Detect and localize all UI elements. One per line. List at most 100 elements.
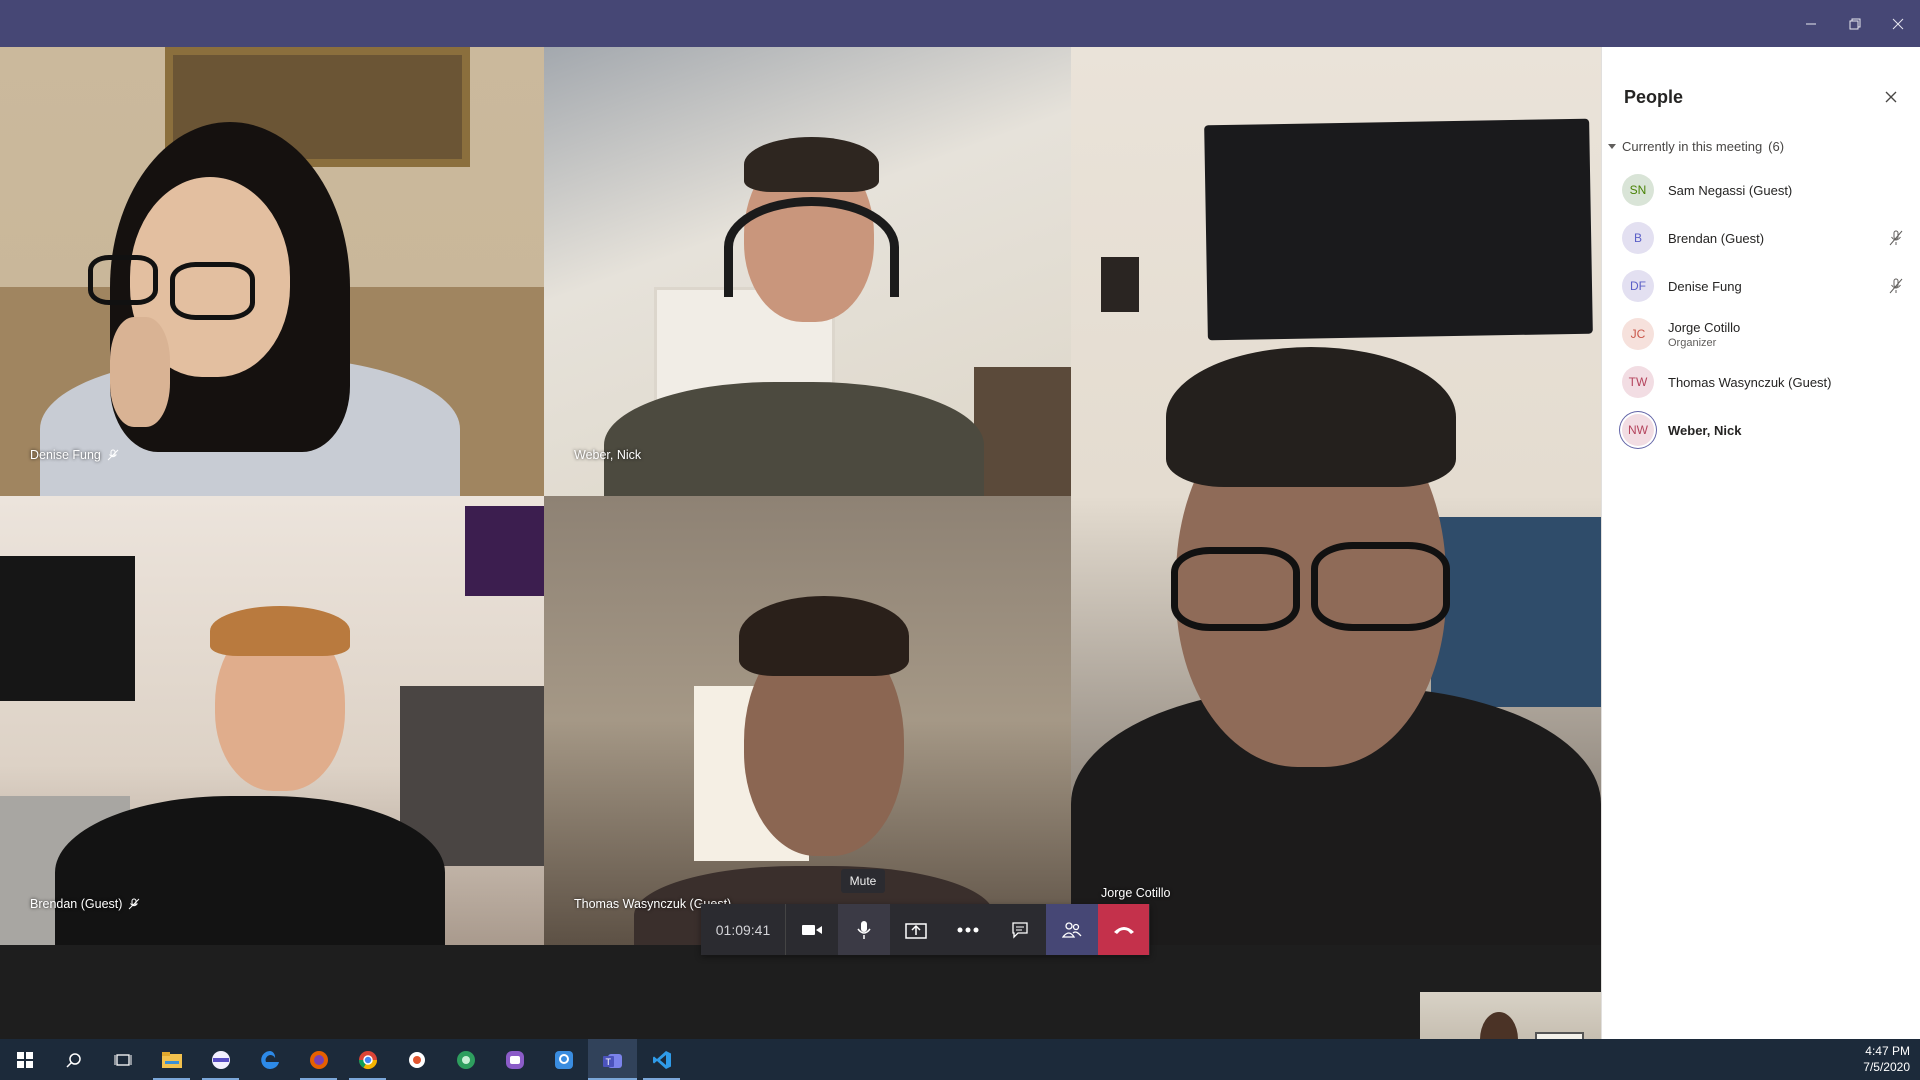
taskbar: T 4:47 PM 7/5/2020 <box>0 1039 1920 1080</box>
chat-icon <box>1012 921 1028 939</box>
search-icon <box>65 1052 81 1068</box>
person-hair <box>1166 347 1456 487</box>
participant-weber-nick[interactable]: NW Weber, Nick <box>1622 410 1912 450</box>
mic-off-icon <box>129 898 140 910</box>
share-screen-icon <box>905 922 927 939</box>
restore-button[interactable] <box>1833 0 1877 47</box>
taskbar-firefox[interactable] <box>294 1039 343 1080</box>
clock-time: 4:47 PM <box>1865 1044 1910 1058</box>
section-label: Currently in this meeting <box>1622 139 1763 154</box>
camera-button[interactable] <box>786 904 838 955</box>
vscode-icon <box>652 1050 671 1069</box>
person-body <box>55 796 445 945</box>
mic-off-icon <box>107 449 119 461</box>
mute-button[interactable] <box>838 904 890 955</box>
participant-sam-negassi[interactable]: SN Sam Negassi (Guest) <box>1622 170 1912 210</box>
glasses <box>170 262 255 320</box>
video-tile-jorge-cotillo[interactable]: Jorge Cotillo <box>1071 47 1601 945</box>
participant-list-name: Jorge Cotillo <box>1668 319 1741 335</box>
meeting-section-header[interactable]: Currently in this meeting (6) <box>1608 139 1784 154</box>
participant-jorge-cotillo[interactable]: JC Jorge Cotillo Organizer <box>1622 314 1912 354</box>
background-speaker <box>1101 257 1139 312</box>
chat-button[interactable] <box>994 904 1046 955</box>
task-view-icon <box>114 1053 131 1066</box>
more-options-icon <box>957 927 979 932</box>
mic-off-icon <box>1889 230 1903 246</box>
taskbar-chrome[interactable] <box>343 1039 392 1080</box>
close-people-panel-button[interactable] <box>1879 85 1903 109</box>
mute-tooltip: Mute <box>841 869 885 893</box>
avatar: DF <box>1622 270 1654 302</box>
app-icon-4 <box>505 1050 524 1069</box>
chrome-icon <box>358 1050 377 1069</box>
taskbar-vscode[interactable] <box>637 1039 686 1080</box>
participant-name: Denise Fung <box>30 448 119 462</box>
video-tile-brendan[interactable]: Brendan (Guest) <box>0 496 544 945</box>
participant-name-label: Denise Fung <box>30 448 101 462</box>
participant-denise-fung[interactable]: DF Denise Fung <box>1622 266 1912 306</box>
taskbar-app-3[interactable] <box>441 1039 490 1080</box>
shirt-graphic <box>120 826 360 856</box>
glasses <box>88 255 158 305</box>
hang-up-button[interactable] <box>1098 904 1149 955</box>
taskbar-app-4[interactable] <box>490 1039 539 1080</box>
app-icon <box>211 1050 230 1069</box>
taskbar-app-2[interactable] <box>392 1039 441 1080</box>
taskbar-teams[interactable]: T <box>588 1039 637 1080</box>
taskbar-app-5[interactable] <box>539 1039 588 1080</box>
participant-name-label: Weber, Nick <box>574 448 642 462</box>
section-count: (6) <box>1768 139 1785 154</box>
system-clock[interactable]: 4:47 PM 7/5/2020 <box>1863 1043 1910 1075</box>
show-participants-button[interactable] <box>1046 904 1098 955</box>
taskbar-app[interactable] <box>196 1039 245 1080</box>
app-icon-5 <box>554 1050 573 1069</box>
more-options-button[interactable] <box>942 904 994 955</box>
participant-list-name: Denise Fung <box>1668 278 1742 294</box>
video-feed <box>544 47 1071 496</box>
clock-date: 7/5/2020 <box>1863 1060 1910 1074</box>
background-frame <box>1535 1032 1584 1039</box>
video-tile-denise-fung[interactable]: Denise Fung <box>0 47 544 496</box>
taskbar-file-explorer[interactable] <box>147 1039 196 1080</box>
participant-brendan[interactable]: B Brendan (Guest) <box>1622 218 1912 258</box>
background-poster <box>465 506 544 596</box>
chevron-down-icon <box>1608 144 1616 149</box>
background-tv <box>0 556 135 701</box>
firefox-icon <box>309 1050 328 1069</box>
person-hand <box>110 317 170 427</box>
participant-name-label: Jorge Cotillo <box>1101 886 1171 900</box>
teams-icon: T <box>602 1053 622 1068</box>
avatar: SN <box>1622 174 1654 206</box>
video-feed <box>0 47 544 496</box>
background-shelf <box>1431 517 1601 707</box>
self-view[interactable] <box>1420 992 1601 1039</box>
taskbar-edge[interactable] <box>245 1039 294 1080</box>
participants-icon <box>1062 921 1082 938</box>
start-button[interactable] <box>0 1039 49 1080</box>
search-button[interactable] <box>49 1039 98 1080</box>
participant-thomas-wasynczuk[interactable]: TW Thomas Wasynczuk (Guest) <box>1622 362 1912 402</box>
video-feed <box>1071 47 1601 945</box>
person-hair <box>739 596 909 676</box>
share-screen-button[interactable] <box>890 904 942 955</box>
participant-name: Weber, Nick <box>574 448 641 462</box>
svg-text:T: T <box>605 1057 611 1067</box>
close-window-button[interactable] <box>1876 0 1920 47</box>
video-feed <box>544 496 1071 945</box>
windows-start-icon <box>16 1051 33 1068</box>
app-icon-2 <box>408 1051 425 1068</box>
minimize-icon <box>1806 23 1816 24</box>
minimize-button[interactable] <box>1789 0 1833 47</box>
task-view-button[interactable] <box>98 1039 147 1080</box>
hang-up-icon <box>1113 926 1134 934</box>
participant-name: Jorge Cotillo <box>1101 886 1170 900</box>
video-tile-weber-nick[interactable]: Weber, Nick <box>544 47 1071 496</box>
avatar: JC <box>1622 318 1654 350</box>
avatar: B <box>1622 222 1654 254</box>
video-tile-thomas-wasynczuk[interactable]: Thomas Wasynczuk (Guest) <box>544 496 1071 945</box>
participant-list-name: Sam Negassi (Guest) <box>1668 182 1793 198</box>
person-hair <box>744 137 879 192</box>
edge-icon <box>260 1050 279 1069</box>
people-panel-title: People <box>1624 87 1684 107</box>
close-icon <box>1885 91 1897 103</box>
